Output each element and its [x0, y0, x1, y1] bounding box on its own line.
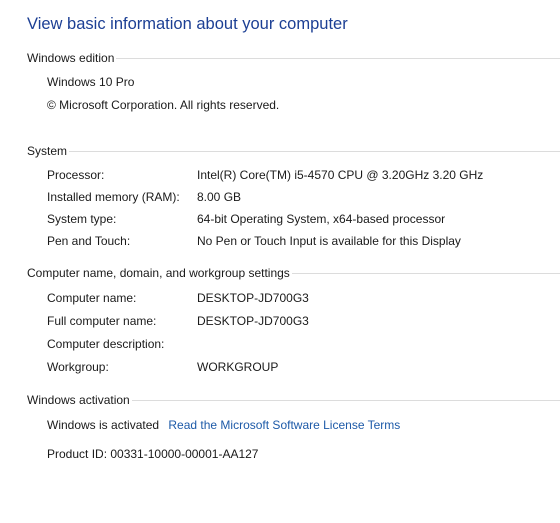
- row-label: Computer description:: [47, 337, 165, 351]
- license-terms-link[interactable]: Read the Microsoft Software License Term…: [168, 418, 400, 432]
- row-value: No Pen or Touch Input is available for t…: [197, 234, 461, 248]
- row-value: DESKTOP-JD700G3: [197, 291, 309, 305]
- activation-status-row: Windows is activated Read the Microsoft …: [47, 417, 400, 433]
- system-section: System: [27, 143, 560, 159]
- windows-edition-value: Windows 10 Pro: [47, 75, 135, 89]
- section-header-computer-name: Computer name, domain, and workgroup set…: [27, 266, 290, 280]
- row-label: Full computer name:: [47, 314, 157, 328]
- section-divider: [116, 58, 560, 59]
- row-label: Installed memory (RAM):: [47, 190, 180, 204]
- row-value: WORKGROUP: [197, 360, 279, 374]
- row-label: Pen and Touch:: [47, 234, 131, 248]
- row-value: 64-bit Operating System, x64-based proce…: [197, 212, 446, 226]
- section-divider: [69, 151, 560, 152]
- section-header-activation: Windows activation: [27, 393, 130, 407]
- row-value: DESKTOP-JD700G3: [197, 314, 309, 328]
- activation-section: Windows activation: [27, 392, 560, 408]
- section-divider: [131, 400, 560, 401]
- section-header-system: System: [27, 144, 68, 158]
- row-label: Computer name:: [47, 291, 137, 305]
- windows-edition-section: Windows edition: [27, 50, 560, 66]
- page-title: View basic information about your comput…: [27, 15, 348, 33]
- product-id: Product ID: 00331-10000-00001-AA127: [47, 447, 259, 461]
- row-label: System type:: [47, 212, 117, 226]
- computer-name-section: Computer name, domain, and workgroup set…: [27, 265, 560, 281]
- section-header-windows-edition: Windows edition: [27, 51, 115, 65]
- row-label: Processor:: [47, 168, 105, 182]
- activation-status: Windows is activated: [47, 418, 160, 432]
- row-value: Intel(R) Core(TM) i5-4570 CPU @ 3.20GHz …: [197, 168, 484, 182]
- row-label: Workgroup:: [47, 360, 109, 374]
- row-value: 8.00 GB: [197, 190, 242, 204]
- section-divider: [291, 273, 560, 274]
- copyright-text: © Microsoft Corporation. All rights rese…: [47, 98, 280, 112]
